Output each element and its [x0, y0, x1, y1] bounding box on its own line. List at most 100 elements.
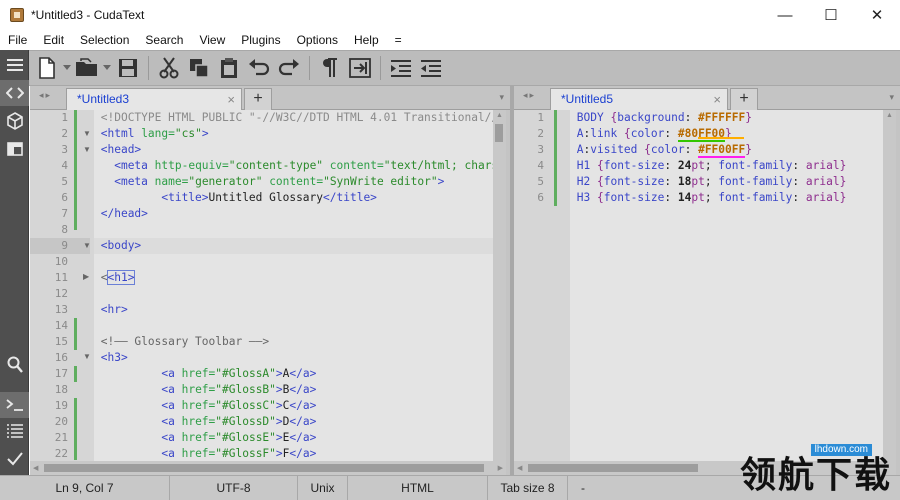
- code-line: <!DOCTYPE HTML PUBLIC "-//W3C//DTD HTML …: [100, 111, 493, 124]
- code-line: <meta name="generator" content="SynWrite…: [114, 175, 445, 188]
- toolbar-separator: [380, 56, 381, 80]
- open-folder-icon[interactable]: [73, 53, 101, 83]
- console-icon[interactable]: [0, 392, 29, 418]
- line-number: 16: [54, 351, 68, 364]
- open-dropdown-icon[interactable]: [101, 53, 113, 83]
- menu-search[interactable]: Search: [137, 30, 191, 50]
- fold-toggle-icon[interactable]: ▼: [83, 145, 91, 154]
- indent-icon[interactable]: [386, 53, 416, 83]
- status-line-ending[interactable]: Unix: [298, 475, 348, 500]
- code-line: H2 {font-size: 18pt; font-family: arial}: [576, 175, 847, 188]
- right-tab-nav-arrows[interactable]: ◂▸: [523, 90, 536, 101]
- fold-toggle-icon[interactable]: ▼: [83, 241, 91, 250]
- fold-toggle-icon[interactable]: ▶: [83, 272, 89, 281]
- left-add-tab-button[interactable]: +: [244, 88, 272, 110]
- left-horizontal-scrollbar[interactable]: ◀ ▶: [30, 461, 506, 475]
- line-number: 9: [30, 238, 90, 254]
- list-icon[interactable]: [0, 418, 29, 444]
- left-vertical-scroll-thumb[interactable]: [495, 124, 503, 142]
- undo-icon[interactable]: [244, 53, 274, 83]
- line-number: 3: [537, 143, 544, 156]
- maximize-button[interactable]: ☐: [808, 0, 854, 30]
- cube-icon[interactable]: [0, 108, 29, 134]
- left-vertical-scrollbar[interactable]: ▲: [493, 110, 506, 461]
- fold-toggle-icon[interactable]: ▼: [83, 352, 91, 361]
- status-position[interactable]: Ln 9, Col 7: [0, 475, 170, 500]
- window-icon[interactable]: [0, 136, 29, 162]
- save-icon[interactable]: [113, 53, 143, 83]
- copy-icon[interactable]: [184, 53, 214, 83]
- line-number: 6: [61, 191, 68, 204]
- right-vertical-scrollbar[interactable]: ▲: [883, 110, 896, 461]
- line-number: 7: [61, 207, 68, 220]
- wrap-icon[interactable]: [345, 53, 375, 83]
- app-icon: [10, 8, 24, 22]
- code-line: <head>: [100, 143, 142, 156]
- pilcrow-icon[interactable]: [315, 53, 345, 83]
- check-icon[interactable]: [0, 446, 29, 472]
- code-line: <html lang="cs">: [100, 127, 209, 140]
- redo-icon[interactable]: [274, 53, 304, 83]
- status-tab-size[interactable]: Tab size 8: [488, 475, 568, 500]
- right-horizontal-scroll-thumb[interactable]: [528, 464, 698, 472]
- menu-options[interactable]: Options: [289, 30, 346, 50]
- tab-untitled3[interactable]: *Untitled3 ×: [66, 88, 242, 110]
- right-gutter: 1 2 3 4 5 6: [514, 110, 570, 461]
- tab-untitled5-close-icon[interactable]: ×: [713, 89, 721, 110]
- tab-untitled3-close-icon[interactable]: ×: [227, 89, 235, 110]
- left-change-marker: [74, 110, 77, 230]
- left-horizontal-scroll-thumb[interactable]: [44, 464, 484, 472]
- tab-untitled3-label: *Untitled3: [77, 92, 130, 106]
- left-change-marker: [74, 366, 77, 382]
- paste-icon[interactable]: [214, 53, 244, 83]
- right-tab-menu-icon[interactable]: ▾: [889, 92, 894, 103]
- fold-toggle-icon[interactable]: ▼: [83, 129, 91, 138]
- line-number: 13: [54, 303, 68, 316]
- left-code-area[interactable]: <!DOCTYPE HTML PUBLIC "-//W3C//DTD HTML …: [94, 110, 493, 461]
- code-tree-icon[interactable]: [0, 80, 29, 106]
- minimize-button[interactable]: —: [762, 0, 808, 30]
- line-number: 21: [54, 431, 68, 444]
- line-number: 22: [54, 447, 68, 460]
- status-encoding[interactable]: UTF-8: [170, 475, 298, 500]
- status-lexer[interactable]: HTML: [348, 475, 488, 500]
- menu-view[interactable]: View: [191, 30, 233, 50]
- menu-icon[interactable]: [0, 52, 29, 78]
- right-change-marker: [554, 110, 557, 206]
- menu-plugins[interactable]: Plugins: [233, 30, 288, 50]
- line-number: 2: [61, 127, 68, 140]
- menu-edit[interactable]: Edit: [35, 30, 72, 50]
- search-icon[interactable]: [0, 352, 29, 378]
- new-file-dropdown-icon[interactable]: [61, 53, 73, 83]
- menu-file[interactable]: File: [0, 30, 35, 50]
- color-underline-orange: [698, 137, 744, 139]
- menu-extra[interactable]: =: [387, 30, 410, 50]
- left-tab-nav-arrows[interactable]: ◂▸: [39, 90, 52, 101]
- menu-help[interactable]: Help: [346, 30, 387, 50]
- right-tab-strip: ◂▸ *Untitled5 × + ▾: [514, 86, 900, 110]
- left-editor-pane: ◂▸ *Untitled3 × + ▾ 1 2 3 4 5 6 7 8 9 10 11 12 13 14 1…: [30, 86, 510, 475]
- right-add-tab-button[interactable]: +: [730, 88, 758, 110]
- scroll-left-icon[interactable]: ◀: [33, 464, 38, 472]
- scroll-up-icon[interactable]: ▲: [886, 112, 893, 119]
- code-line: <a href="#GlossD">D</a>: [161, 415, 317, 428]
- right-code-area[interactable]: BODY {background: #FFFFFF} A:link {color…: [570, 110, 883, 461]
- code-line: <<h1>: [100, 270, 136, 285]
- window-controls: — ☐ ✕: [762, 0, 900, 30]
- close-button[interactable]: ✕: [854, 0, 900, 30]
- menu-selection[interactable]: Selection: [72, 30, 137, 50]
- code-line: <a href="#GlossC">C</a>: [161, 399, 317, 412]
- code-line: A:visited {color: #FF00FF}: [576, 143, 752, 158]
- scroll-right-icon[interactable]: ▶: [498, 464, 503, 472]
- left-tab-menu-icon[interactable]: ▾: [499, 92, 504, 103]
- tab-untitled5[interactable]: *Untitled5 ×: [550, 88, 728, 110]
- scroll-left-icon[interactable]: ◀: [517, 464, 522, 472]
- cut-icon[interactable]: [154, 53, 184, 83]
- unindent-icon[interactable]: [416, 53, 446, 83]
- scroll-up-icon[interactable]: ▲: [496, 112, 503, 119]
- line-number: 19: [54, 399, 68, 412]
- new-file-icon[interactable]: [33, 53, 61, 83]
- line-number: 20: [54, 415, 68, 428]
